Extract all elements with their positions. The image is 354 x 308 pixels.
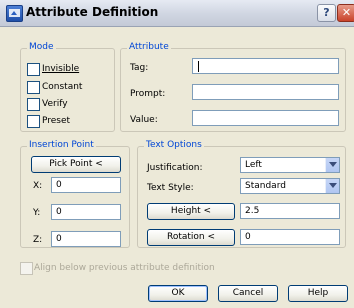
text-style-label: Text Style:	[147, 183, 194, 193]
align-below-label: Align below previous attribute definitio…	[34, 263, 215, 273]
app-icon	[6, 5, 23, 22]
text-options-group-title: Text Options	[144, 140, 204, 150]
tag-input[interactable]	[192, 58, 339, 74]
y-input[interactable]: 0	[51, 204, 121, 220]
chevron-down-icon	[329, 183, 337, 188]
chevron-down-icon	[329, 162, 337, 167]
justification-select[interactable]: Left	[240, 157, 340, 173]
z-label: Z:	[33, 235, 43, 245]
preset-label: Preset	[42, 116, 71, 126]
value-label: Value:	[130, 115, 158, 125]
attribute-definition-dialog: Attribute Definition ? ✕ Mode Invisible …	[0, 0, 354, 308]
text-style-value: Standard	[245, 181, 286, 191]
text-caret	[198, 61, 199, 72]
prompt-input[interactable]	[192, 84, 339, 100]
title-help-button[interactable]: ?	[317, 4, 336, 22]
rotation-input[interactable]: 0	[240, 229, 340, 245]
window-title: Attribute Definition	[26, 5, 159, 19]
attribute-group-title: Attribute	[127, 42, 171, 52]
title-bar[interactable]: Attribute Definition ? ✕	[0, 0, 354, 27]
verify-checkbox[interactable]	[27, 98, 40, 111]
y-label: Y:	[33, 208, 41, 218]
invisible-label: Invisible	[42, 64, 79, 74]
help-button[interactable]: Help	[288, 285, 348, 302]
justification-label: Justification:	[147, 163, 203, 173]
constant-checkbox[interactable]	[27, 81, 40, 94]
rotation-button[interactable]: Rotation <	[147, 229, 235, 246]
z-input[interactable]: 0	[51, 231, 121, 247]
mode-group-title: Mode	[27, 42, 56, 52]
ok-button[interactable]: OK	[148, 285, 208, 302]
justification-value: Left	[245, 160, 262, 170]
close-button[interactable]: ✕	[337, 4, 354, 22]
invisible-label-text: Invisible	[42, 64, 80, 74]
constant-label: Constant	[42, 82, 83, 92]
height-button[interactable]: Height <	[147, 203, 235, 220]
tag-label: Tag:	[130, 63, 149, 73]
height-input[interactable]: 2.5	[240, 203, 340, 219]
text-style-select[interactable]: Standard	[240, 178, 340, 194]
cancel-button[interactable]: Cancel	[218, 285, 278, 302]
text-style-dropdown-button[interactable]	[325, 179, 339, 193]
prompt-label: Prompt:	[130, 89, 166, 99]
align-below-checkbox[interactable]	[20, 262, 33, 275]
insertion-point-group-title: Insertion Point	[27, 140, 96, 150]
value-input[interactable]	[192, 110, 339, 126]
verify-label: Verify	[42, 99, 68, 109]
preset-checkbox[interactable]	[27, 115, 40, 128]
justification-dropdown-button[interactable]	[325, 158, 339, 172]
pick-point-button[interactable]: Pick Point <	[31, 156, 121, 173]
invisible-checkbox[interactable]	[27, 63, 40, 76]
x-label: X:	[33, 181, 43, 191]
x-input[interactable]: 0	[51, 177, 121, 193]
